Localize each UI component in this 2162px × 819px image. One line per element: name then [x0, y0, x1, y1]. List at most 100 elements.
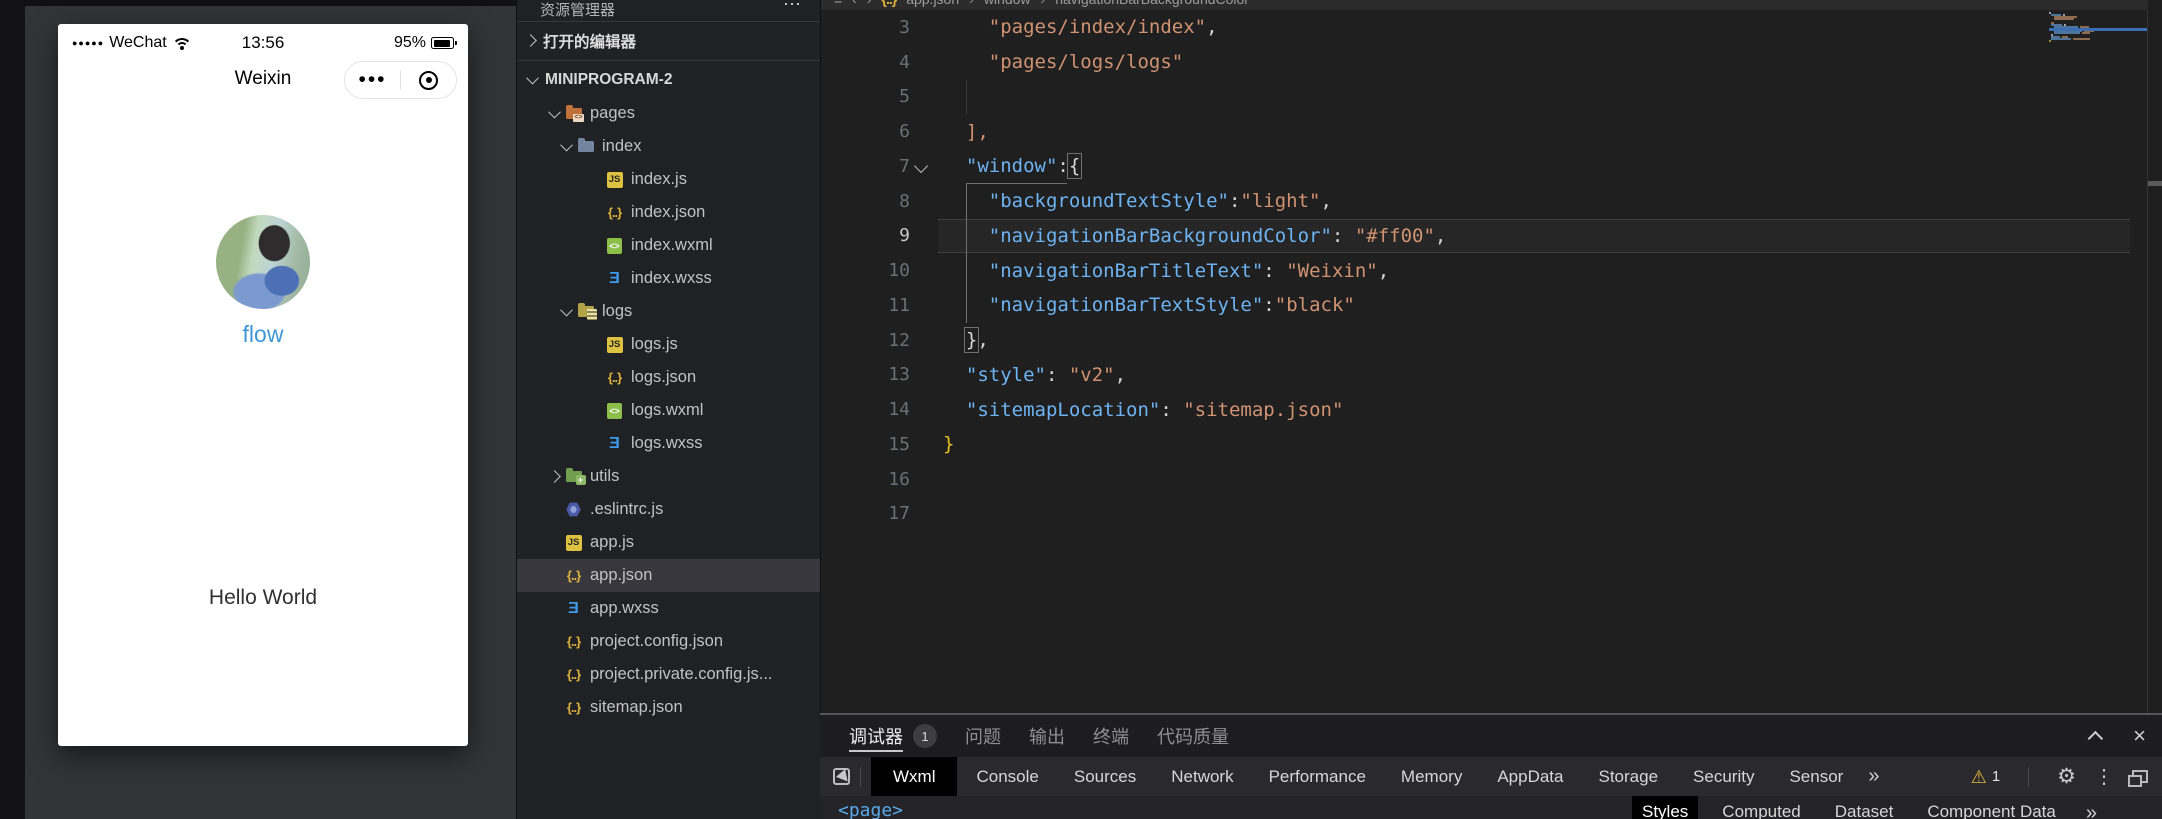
- code-line-9[interactable]: 9 "navigationBarBackgroundColor": "#ff00"…: [820, 219, 2132, 254]
- devtools-tab-storage[interactable]: Storage: [1583, 757, 1675, 796]
- panel-tab-输出[interactable]: 输出: [1029, 715, 1065, 757]
- devtools-tab-sensor[interactable]: Sensor: [1773, 757, 1859, 796]
- more-menu-button[interactable]: •••: [345, 65, 400, 95]
- gear-icon[interactable]: ⚙: [2057, 764, 2076, 789]
- line-number: 16: [888, 468, 910, 490]
- code-line-12[interactable]: 12},: [820, 323, 2132, 358]
- code-line-16[interactable]: 16: [820, 462, 2132, 497]
- folder-plain-icon: [577, 138, 594, 155]
- file-label: logs.json: [631, 368, 697, 386]
- divider: [516, 60, 820, 61]
- minimap[interactable]: [2049, 12, 2147, 44]
- line-number: 7: [899, 155, 910, 177]
- panel-tab-代码质量[interactable]: 代码质量: [1157, 715, 1229, 757]
- file-label: app.js: [590, 533, 635, 551]
- tree-item-logs[interactable]: logs: [516, 295, 820, 328]
- tree-item-app-wxss[interactable]: Ǝapp.wxss: [516, 592, 820, 625]
- devtools-tab-network[interactable]: Network: [1155, 757, 1249, 796]
- code-text: "backgroundTextStyle": "light",: [988, 190, 1332, 213]
- json-icon: {..}: [607, 370, 622, 385]
- code-line-7[interactable]: 7 "window":{: [820, 149, 2132, 184]
- tree-item-index-wxss[interactable]: Ǝindex.wxss: [516, 262, 820, 295]
- folder-utils-icon: [565, 468, 586, 485]
- chevron-right-icon[interactable]: [548, 470, 561, 483]
- style-tabbar: Styles Computed Dataset Component Data »: [1632, 796, 2097, 819]
- tree-item-app-js[interactable]: JS app.js: [516, 526, 820, 559]
- devtools-tab-sources[interactable]: Sources: [1058, 757, 1152, 796]
- style-tab-dataset[interactable]: Dataset: [1825, 796, 1904, 819]
- inspect-element-icon[interactable]: [833, 768, 850, 785]
- undock-window-icon[interactable]: [2128, 770, 2148, 787]
- tree-item-project-config-json[interactable]: {..} project.config.json: [516, 625, 820, 658]
- tree-item-index-wxml[interactable]: <> index.wxml: [516, 229, 820, 262]
- panel-tab-问题[interactable]: 问题: [965, 715, 1001, 757]
- more-style-tabs-icon[interactable]: »: [2086, 796, 2097, 819]
- panel-tab-label: 代码质量: [1157, 727, 1229, 747]
- code-line-13[interactable]: 13 "style": "v2",: [820, 358, 2132, 393]
- tree-item-index[interactable]: index: [516, 130, 820, 163]
- js-icon: JS: [606, 336, 623, 353]
- devtools-tab-console[interactable]: Console: [960, 757, 1054, 796]
- line-number: 9: [899, 225, 910, 247]
- tree-item-logs-wxml[interactable]: <> logs.wxml: [516, 394, 820, 427]
- style-tab-component-data[interactable]: Component Data: [1917, 796, 2066, 819]
- wechat-devtools-window: ●●●●● WeChat 13:56 95% Weixin ••• flow H…: [0, 0, 2162, 819]
- panel-tab-调试器[interactable]: 调试器 1: [849, 715, 937, 757]
- tree-item--eslintrc-js[interactable]: .eslintrc.js: [516, 493, 820, 526]
- line-number: 13: [888, 364, 910, 386]
- code-line-3[interactable]: 3 "pages/index/index",: [820, 10, 2132, 45]
- devtools-tab-security[interactable]: Security: [1677, 757, 1770, 796]
- scrollbar-thumb[interactable]: [2148, 181, 2162, 186]
- tree-item-sitemap-json[interactable]: {..} sitemap.json: [516, 691, 820, 724]
- code-line-4[interactable]: 4 "pages/logs/logs": [820, 45, 2132, 80]
- code-line-10[interactable]: 10 "navigationBarTitleText": "Weixin",: [820, 253, 2132, 288]
- fold-chevron-icon[interactable]: [913, 158, 929, 174]
- chevron-down-icon: [550, 505, 559, 514]
- open-editors-section[interactable]: 打开的编辑器: [516, 22, 820, 59]
- line-number: 6: [899, 121, 910, 143]
- chevron-down-icon[interactable]: [560, 303, 573, 317]
- more-horizontal-icon[interactable]: ⋯: [783, 0, 802, 15]
- chevron-down-icon[interactable]: [548, 105, 561, 119]
- more-tabs-icon[interactable]: »: [1868, 765, 1879, 788]
- tree-item-pages[interactable]: pages: [516, 97, 820, 130]
- code-line-5[interactable]: 5: [820, 80, 2132, 115]
- kebab-menu-icon[interactable]: ⋮: [2094, 764, 2114, 789]
- code-line-15[interactable]: 15}: [820, 427, 2132, 462]
- code-line-6[interactable]: 6],: [820, 114, 2132, 149]
- tree-item-project-private-config-js-[interactable]: {..} project.private.config.js...: [516, 658, 820, 691]
- panel-tab-终端[interactable]: 终端: [1093, 715, 1129, 757]
- chevron-down-icon[interactable]: [560, 138, 573, 152]
- file-label: index.wxml: [631, 236, 713, 254]
- style-tab-styles[interactable]: Styles: [1632, 796, 1699, 819]
- tree-item-utils[interactable]: utils: [516, 460, 820, 493]
- user-nickname[interactable]: flow: [58, 321, 468, 348]
- devtools-tab-memory[interactable]: Memory: [1385, 757, 1478, 796]
- tree-item-index-json[interactable]: {..} index.json: [516, 196, 820, 229]
- tree-item-logs-wxss[interactable]: Ǝlogs.wxss: [516, 427, 820, 460]
- tree-item-index-js[interactable]: JS index.js: [516, 163, 820, 196]
- code-text: ],: [965, 120, 989, 143]
- tree-item-app-json[interactable]: {..} app.json: [516, 559, 820, 592]
- warning-indicator[interactable]: ⚠ 1: [1971, 768, 2000, 786]
- code-line-17[interactable]: 17: [820, 497, 2132, 532]
- devtools-content: <page> Styles Computed Dataset Component Da…: [820, 796, 2162, 819]
- line-number: 3: [899, 16, 910, 38]
- exit-miniprogram-button[interactable]: [401, 70, 456, 90]
- devtools-tab-performance[interactable]: Performance: [1253, 757, 1382, 796]
- tree-item-logs-json[interactable]: {..} logs.json: [516, 361, 820, 394]
- style-tab-computed[interactable]: Computed: [1712, 796, 1810, 819]
- devtools-tab-appdata[interactable]: AppData: [1481, 757, 1579, 796]
- close-panel-icon[interactable]: ×: [2133, 725, 2146, 747]
- code-line-8[interactable]: 8 "backgroundTextStyle": "light",: [820, 184, 2132, 219]
- code-line-14[interactable]: 14 "sitemapLocation": "sitemap.json": [820, 392, 2132, 427]
- wxml-node[interactable]: <page>: [838, 800, 903, 819]
- code-line-11[interactable]: 11 "navigationBarTextStyle": "black": [820, 288, 2132, 323]
- panel-tab-label: 问题: [965, 727, 1001, 747]
- user-avatar[interactable]: [216, 215, 310, 309]
- devtools-tab-wxml[interactable]: Wxml: [871, 757, 958, 796]
- collapse-panel-icon[interactable]: [2087, 730, 2104, 746]
- tree-item-logs-js[interactable]: JS logs.js: [516, 328, 820, 361]
- project-root-item[interactable]: MINIPROGRAM-2: [516, 62, 820, 97]
- json-icon: {..}: [566, 568, 581, 583]
